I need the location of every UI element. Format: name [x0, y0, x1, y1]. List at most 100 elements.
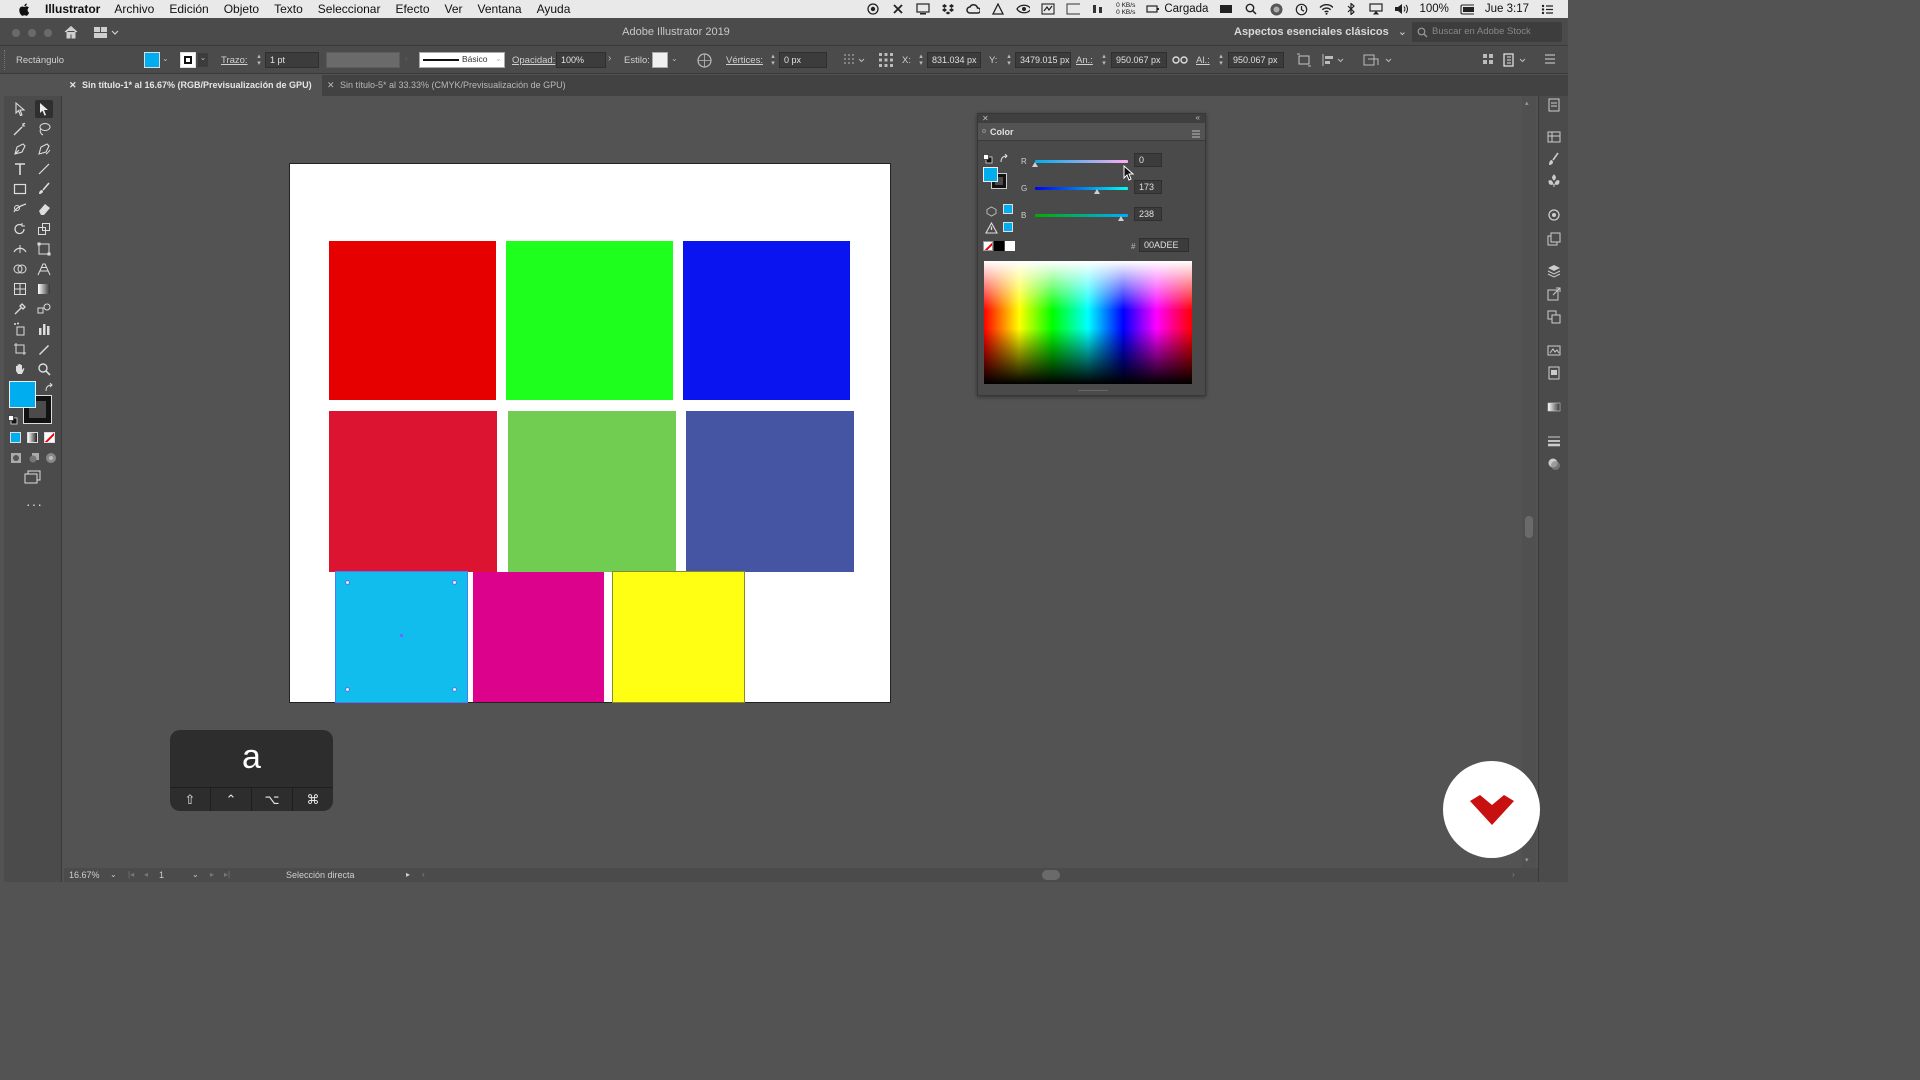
width-tool-icon[interactable] — [11, 240, 29, 258]
horizontal-scrollbar-thumb[interactable] — [1042, 870, 1060, 880]
stroke-weight-field[interactable]: 1 pt — [265, 52, 319, 68]
direct-selection-tool-icon[interactable] — [35, 100, 53, 118]
volume-icon[interactable] — [1394, 3, 1409, 15]
change-screen-mode-icon[interactable] — [24, 470, 42, 489]
panel-fill-box[interactable] — [983, 167, 998, 182]
gradient-mode-button[interactable] — [27, 432, 38, 443]
vertices-label[interactable]: Vértices: — [726, 55, 763, 66]
edit-toolbar-icon[interactable]: ··· — [26, 496, 43, 512]
anchor-point[interactable] — [345, 687, 350, 692]
airplay-icon[interactable] — [1369, 3, 1384, 15]
stroke-stepper[interactable]: ▴ ▾ — [256, 53, 262, 67]
none-mode-button[interactable] — [44, 432, 55, 443]
menu-efecto[interactable]: Efecto — [395, 2, 429, 16]
symbols-icon[interactable] — [1547, 174, 1561, 188]
next-artboard-icon[interactable]: ▸ — [210, 868, 214, 882]
creative-cloud-icon[interactable] — [966, 3, 981, 15]
color-panel-title[interactable]: Color — [990, 127, 1014, 137]
x-stepper[interactable]: ▴ ▾ — [918, 53, 924, 67]
r-value-field[interactable]: 0 — [1134, 153, 1162, 167]
brush-definition-field[interactable]: Básico — [419, 52, 505, 68]
b-value-field[interactable]: 238 — [1134, 207, 1162, 221]
anchor-point[interactable] — [452, 687, 457, 692]
tools-icon[interactable] — [891, 3, 905, 15]
g-value-field[interactable]: 173 — [1134, 180, 1162, 194]
chevron-down-icon[interactable]: ⌄ — [110, 868, 117, 882]
appearance-icon[interactable] — [1547, 208, 1561, 222]
panel-resize-grip[interactable] — [1078, 390, 1108, 391]
chevron-down-icon[interactable]: ⌄ — [495, 54, 502, 63]
chevron-down-icon[interactable]: ⌄ — [162, 54, 169, 63]
g-slider-thumb[interactable] — [1094, 189, 1100, 194]
y-position-field[interactable]: 3479.015 px — [1015, 52, 1071, 68]
gradient-tool-icon[interactable] — [35, 280, 53, 298]
eraser-tool-icon[interactable] — [35, 200, 53, 218]
panel-drag-bar[interactable]: ✕ « — [978, 113, 1205, 123]
swap-colors-icon[interactable] — [999, 151, 1009, 169]
vertical-scrollbar[interactable]: ▴ ▾ — [1522, 96, 1536, 868]
yellow-square[interactable] — [612, 571, 745, 703]
mesh-tool-icon[interactable] — [11, 280, 29, 298]
control-bar-menu-icon[interactable] — [1544, 52, 1556, 69]
menu-ver[interactable]: Ver — [445, 2, 463, 16]
clock[interactable]: Jue 3:17 — [1485, 3, 1529, 15]
slice-tool-icon[interactable] — [35, 340, 53, 358]
cyan-square-selected[interactable] — [335, 571, 468, 703]
anchor-point[interactable] — [345, 580, 350, 585]
height-field[interactable]: 950.067 px — [1228, 52, 1284, 68]
menu-objeto[interactable]: Objeto — [224, 2, 259, 16]
column-graph-tool-icon[interactable] — [35, 320, 53, 338]
opacity-label[interactable]: Opacidad: — [512, 55, 555, 66]
recolor-artwork-icon[interactable] — [697, 53, 712, 71]
width-field[interactable]: 950.067 px — [1111, 52, 1167, 68]
shaper-tool-icon[interactable] — [11, 200, 29, 218]
close-icon[interactable]: ✕ — [69, 75, 77, 96]
default-fill-stroke-icon[interactable] — [8, 412, 18, 430]
r-slider-thumb[interactable] — [1032, 162, 1038, 167]
nvidia-icon[interactable] — [1016, 3, 1031, 15]
line-segment-tool-icon[interactable] — [35, 160, 53, 178]
power-status[interactable]: Cargada — [1146, 3, 1208, 15]
graphic-styles-icon[interactable] — [1547, 232, 1561, 246]
paintbrush-tool-icon[interactable] — [35, 180, 53, 198]
draw-inside-icon[interactable] — [45, 451, 57, 469]
anchor-point[interactable] — [452, 580, 457, 585]
g-slider[interactable] — [1035, 187, 1128, 190]
scrollbar-thumb[interactable] — [1525, 516, 1533, 538]
draw-behind-icon[interactable] — [28, 451, 40, 469]
artboard-number-field[interactable]: 1 — [159, 868, 164, 882]
time-machine-icon[interactable] — [1294, 3, 1308, 15]
symbol-sprayer-tool-icon[interactable] — [11, 320, 29, 338]
black-color-swatch[interactable] — [994, 241, 1004, 251]
menu-app-name[interactable]: Illustrator — [45, 2, 100, 16]
perspective-grid-tool-icon[interactable] — [35, 260, 53, 278]
vertices-field[interactable]: 0 px — [779, 52, 827, 68]
green-square[interactable] — [506, 241, 673, 400]
chevron-down-icon[interactable]: ⌄ — [671, 54, 678, 63]
transparency-icon[interactable] — [1547, 457, 1561, 471]
soft-green-square[interactable] — [508, 411, 676, 572]
menu-options-icon[interactable] — [1503, 53, 1531, 70]
b-slider-thumb[interactable] — [1118, 216, 1124, 221]
variable-width-profile[interactable] — [326, 52, 400, 68]
stroke-color-swatch[interactable] — [180, 52, 196, 68]
blend-tool-icon[interactable] — [35, 300, 53, 318]
properties-icon[interactable] — [1547, 98, 1561, 112]
search-icon[interactable] — [1244, 3, 1258, 15]
apple-logo-icon[interactable] — [16, 2, 32, 16]
lasso-tool-icon[interactable] — [35, 120, 53, 138]
dropbox-icon[interactable] — [941, 3, 955, 15]
color-spectrum[interactable] — [984, 261, 1192, 384]
transform-icon[interactable] — [1296, 53, 1312, 70]
r-slider[interactable] — [1035, 160, 1128, 163]
siri-icon[interactable] — [1269, 3, 1283, 15]
chevron-right-icon[interactable]: › — [608, 53, 611, 64]
rotate-tool-icon[interactable] — [11, 220, 29, 238]
menu-archivo[interactable]: Archivo — [114, 2, 154, 16]
artboards-icon[interactable] — [1547, 310, 1561, 324]
panel-toggle-icon[interactable] — [1482, 53, 1494, 68]
wifi-icon[interactable] — [1319, 3, 1334, 15]
scroll-left-icon[interactable]: ‹ — [422, 868, 425, 882]
previous-artboard-icon[interactable]: ◂ — [144, 868, 148, 882]
height-stepper[interactable]: ▴ ▾ — [1218, 53, 1224, 67]
